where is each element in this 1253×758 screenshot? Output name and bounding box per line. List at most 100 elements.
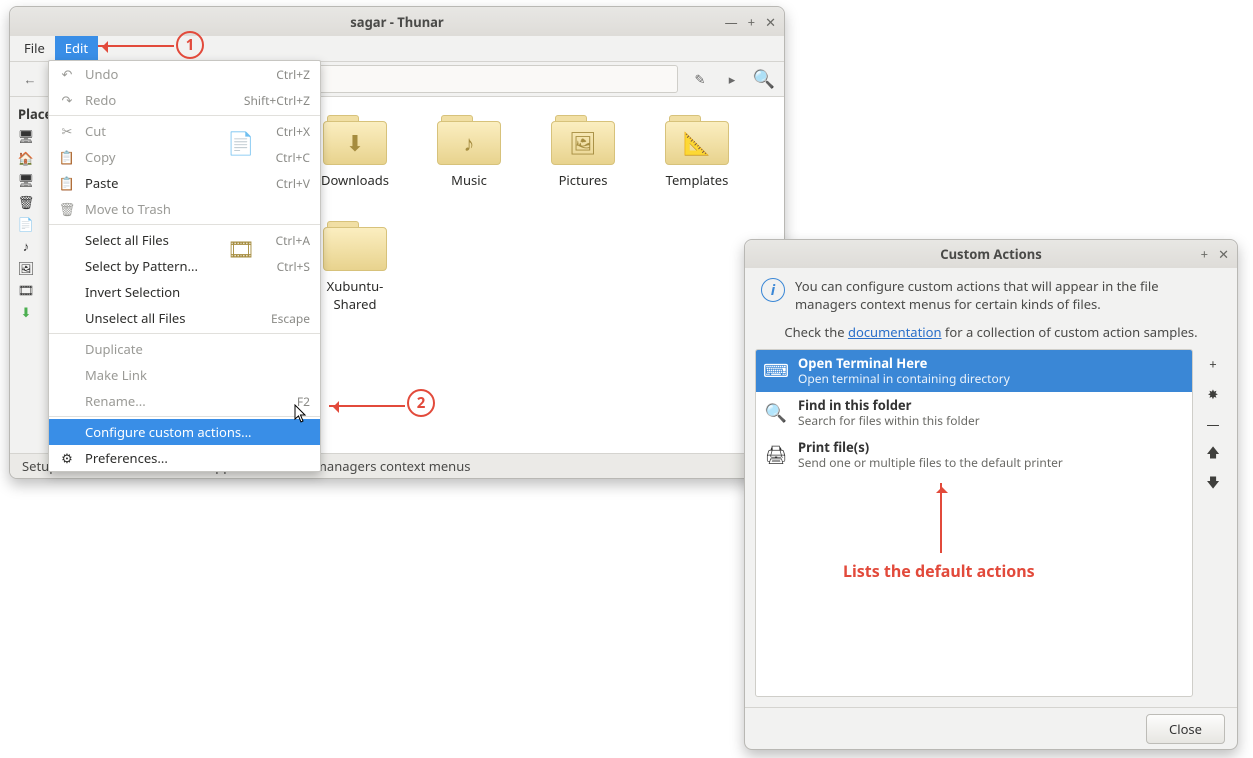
path-menu-icon[interactable]: ▸ [718,65,746,93]
menu-item-icon [59,258,75,274]
folder-label: Downloads [321,171,389,189]
folder-glyph-icon: 📐 [665,121,729,165]
action-row[interactable]: 🔍Find in this folderSearch for files wit… [756,392,1192,434]
menu-item-accel: Ctrl+A [275,232,310,249]
close-button[interactable]: Close [1146,714,1225,744]
menu-file[interactable]: File [14,36,55,61]
menu-item[interactable]: Select all FilesCtrl+A [49,227,320,253]
folder-label: Music [451,171,487,189]
action-row[interactable]: 🖨 Print file(s)Send one or multiple files… [756,434,1192,476]
back-button[interactable]: ← [16,65,44,93]
menu-item[interactable]: ⚙ Preferences... [49,445,320,471]
dialog-intro-text: You can configure custom actions that wi… [795,278,1221,313]
menu-edit[interactable]: Edit [55,36,98,61]
add-action-button[interactable]: + [1202,353,1224,375]
dialog-side-buttons: + ✸ — 🡅 🡇 [1199,349,1227,697]
menu-item-icon [59,232,75,248]
maximize-icon[interactable]: + [1201,245,1208,263]
dialog-doc-line: Check the documentation for a collection… [745,313,1237,349]
folder-item[interactable]: Xubuntu-Shared [312,217,398,313]
action-icon: 🖨 [764,443,788,467]
menu-item-label: Rename... [85,392,287,410]
menu-item-icon [59,310,75,326]
minimize-icon[interactable]: — [725,13,738,31]
folder-item[interactable]: ♪ Music [426,111,512,189]
folder-label: Pictures [559,171,608,189]
menu-item-label: Move to Trash [85,200,300,218]
dialog-title: Custom Actions [940,245,1041,263]
move-down-button[interactable]: 🡇 [1202,473,1224,495]
menu-separator [49,333,320,334]
remove-action-button[interactable]: — [1202,413,1224,435]
menu-item-label: Invert Selection [85,283,300,301]
folder-icon: 📐 [665,111,729,165]
dialog-titlebar: Custom Actions + ✕ [745,240,1237,268]
menu-item: ↷RedoShift+Ctrl+Z [49,87,320,113]
menu-item[interactable]: Invert Selection [49,279,320,305]
menu-item[interactable]: 📋PasteCtrl+V [49,170,320,196]
doc-post: for a collection of custom action sample… [942,323,1198,341]
action-text: Open Terminal HereOpen terminal in conta… [798,356,1010,386]
menu-item[interactable]: Configure custom actions... [49,419,320,445]
pictures-icon: 🖼 [18,260,34,276]
doc-pre: Check the [784,323,848,341]
menu-item[interactable]: Unselect all FilesEscape [49,305,320,331]
edit-path-icon[interactable]: ✎ [686,65,714,93]
menu-item-label: Preferences... [85,449,300,467]
folder-glyph-icon [323,227,387,271]
action-icon: ⌨ [764,359,788,383]
menu-item-accel: Ctrl+S [277,258,310,275]
menu-item-accel: Ctrl+Z [276,66,310,83]
close-icon[interactable]: ✕ [765,13,776,31]
menubar: File Edit [10,36,784,61]
menu-item-label: Paste [85,174,266,192]
menu-item: 🗑Move to Trash [49,196,320,222]
music-icon: ♪ [18,238,34,254]
menu-item-label: Undo [85,65,266,83]
folder-item[interactable]: ⬇Downloads [312,111,398,189]
menu-item: ✂CutCtrl+X [49,118,320,144]
menu-item-label: Duplicate [85,340,300,358]
menu-item-icon: 📋 [59,175,75,191]
menu-item-icon: ↶ [59,66,75,82]
custom-actions-dialog: Custom Actions + ✕ i You can configure c… [744,239,1238,750]
folder-glyph-icon: 🖼 [551,121,615,165]
titlebar: sagar - Thunar — + ✕ [10,7,784,36]
action-desc: Send one or multiple files to the defaul… [798,456,1063,470]
folder-glyph-icon: ♪ [437,121,501,165]
edit-dropdown: ↶UndoCtrl+Z↷RedoShift+Ctrl+Z✂CutCtrl+X📋C… [48,60,321,472]
menu-item: Make Link [49,362,320,388]
menu-item[interactable]: Select by Pattern...Ctrl+S [49,253,320,279]
documentation-link[interactable]: documentation [848,323,942,341]
close-icon[interactable]: ✕ [1218,245,1229,263]
menu-separator [49,224,320,225]
mouse-cursor [294,404,308,424]
edit-action-button[interactable]: ✸ [1202,383,1224,405]
info-icon: i [761,278,785,302]
action-list[interactable]: ⌨ Open Terminal HereOpen terminal in cont… [755,349,1193,697]
menu-item-icon [59,424,75,440]
menu-item-icon [59,341,75,357]
menu-item-icon: ⚙ [59,450,75,466]
maximize-icon[interactable]: + [748,13,755,31]
action-row[interactable]: ⌨ Open Terminal HereOpen terminal in cont… [756,350,1192,392]
computer-icon: 🖥 [18,128,34,144]
menu-item-accel: Ctrl+C [276,149,310,166]
menu-item-icon [59,393,75,409]
action-text: Print file(s)Send one or multiple files … [798,440,1063,470]
dialog-window-controls: + ✕ [1201,245,1229,263]
menu-item-accel: Ctrl+X [276,123,310,140]
folder-icon [323,217,387,271]
search-icon[interactable]: 🔍 [750,65,778,93]
menu-item: Rename...F2 [49,388,320,414]
menu-item: 📋CopyCtrl+C [49,144,320,170]
window-controls: — + ✕ [725,13,776,31]
documents-icon: 📄 [18,216,34,232]
folder-item[interactable]: 🖼 Pictures [540,111,626,189]
move-up-button[interactable]: 🡅 [1202,443,1224,465]
folder-item[interactable]: 📐Templates [654,111,740,189]
menu-item-label: Configure custom actions... [85,423,300,441]
menu-item-label: Redo [85,91,234,109]
menu-item-label: Make Link [85,366,300,384]
menu-separator [49,115,320,116]
